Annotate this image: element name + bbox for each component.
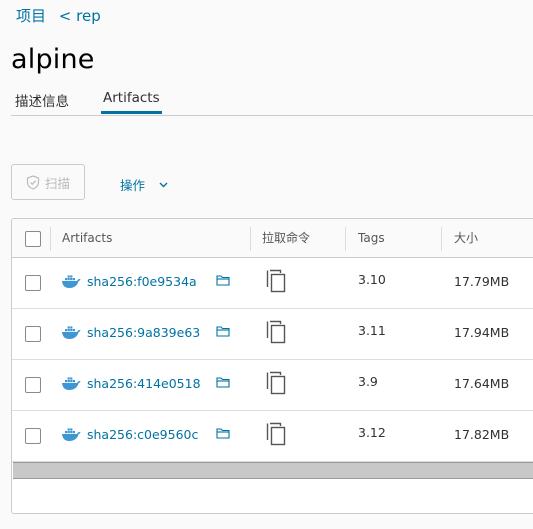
artifact-digest-link[interactable]: sha256:c0e9560c — [87, 427, 198, 442]
docker-icon — [62, 377, 81, 390]
copy-icon[interactable] — [266, 269, 288, 293]
docker-icon — [62, 428, 81, 441]
row-checkbox[interactable] — [25, 428, 41, 444]
artifact-tag: 3.10 — [358, 272, 386, 287]
row-checkbox[interactable] — [25, 275, 41, 291]
tab-description[interactable]: 描述信息 — [15, 90, 69, 116]
artifact-digest-link[interactable]: sha256:9a839e63 — [87, 325, 200, 340]
column-divider[interactable] — [50, 227, 51, 251]
table-row[interactable]: sha256:c0e9560c 3.12 17.82MB — [12, 411, 533, 462]
artifact-size: 17.94MB — [454, 325, 510, 340]
chevron-down-icon — [159, 182, 168, 187]
artifact-size: 17.64MB — [454, 376, 510, 391]
artifact-size: 17.82MB — [454, 427, 510, 442]
table-row[interactable]: sha256:414e0518 3.9 17.64MB — [12, 360, 533, 411]
scan-button-label: 扫描 — [44, 175, 70, 191]
folder-icon[interactable] — [216, 325, 230, 337]
column-header-tags[interactable]: Tags — [358, 219, 385, 257]
breadcrumb-project-link[interactable]: 项目 — [16, 7, 46, 25]
row-checkbox[interactable] — [25, 377, 41, 393]
folder-icon[interactable] — [216, 427, 230, 439]
shield-check-icon — [26, 174, 40, 190]
artifact-size: 17.79MB — [454, 274, 510, 289]
copy-icon[interactable] — [266, 422, 288, 446]
column-header-size[interactable]: 大小 — [454, 219, 478, 257]
horizontal-scrollbar[interactable] — [13, 462, 533, 479]
select-all-checkbox[interactable] — [25, 231, 41, 247]
column-divider[interactable] — [345, 227, 346, 251]
docker-icon — [62, 326, 81, 339]
page-title: alpine — [11, 44, 95, 75]
artifact-digest-link[interactable]: sha256:414e0518 — [87, 376, 201, 391]
artifacts-datagrid: Artifacts 拉取命令 Tags 大小 sha256:f0e9534a 3… — [11, 218, 533, 514]
breadcrumb-repo-link[interactable]: < rep — [59, 7, 101, 25]
action-dropdown-label: 操作 — [120, 178, 146, 193]
copy-icon[interactable] — [266, 320, 288, 344]
tab-artifacts[interactable]: Artifacts — [101, 90, 162, 114]
artifact-digest-link[interactable]: sha256:f0e9534a — [87, 274, 197, 289]
tab-bar: 描述信息 Artifacts — [11, 88, 533, 116]
artifact-tag: 3.9 — [358, 374, 378, 389]
column-divider[interactable] — [250, 227, 251, 251]
action-dropdown[interactable]: 操作 — [120, 175, 168, 194]
scan-button[interactable]: 扫描 — [11, 164, 85, 200]
table-row[interactable]: sha256:9a839e63 3.11 17.94MB — [12, 309, 533, 360]
artifact-tag: 3.12 — [358, 425, 386, 440]
column-header-artifacts[interactable]: Artifacts — [62, 219, 112, 257]
row-checkbox[interactable] — [25, 326, 41, 342]
breadcrumb: 项目 < rep — [16, 5, 109, 26]
datagrid-header: Artifacts 拉取命令 Tags 大小 — [12, 219, 533, 258]
column-divider[interactable] — [441, 227, 442, 251]
table-row[interactable]: sha256:f0e9534a 3.10 17.79MB — [12, 258, 533, 309]
column-header-pull-command[interactable]: 拉取命令 — [262, 219, 310, 257]
folder-icon[interactable] — [216, 376, 230, 388]
artifact-tag: 3.11 — [358, 323, 386, 338]
copy-icon[interactable] — [266, 371, 288, 395]
folder-icon[interactable] — [216, 274, 230, 286]
docker-icon — [62, 275, 81, 288]
